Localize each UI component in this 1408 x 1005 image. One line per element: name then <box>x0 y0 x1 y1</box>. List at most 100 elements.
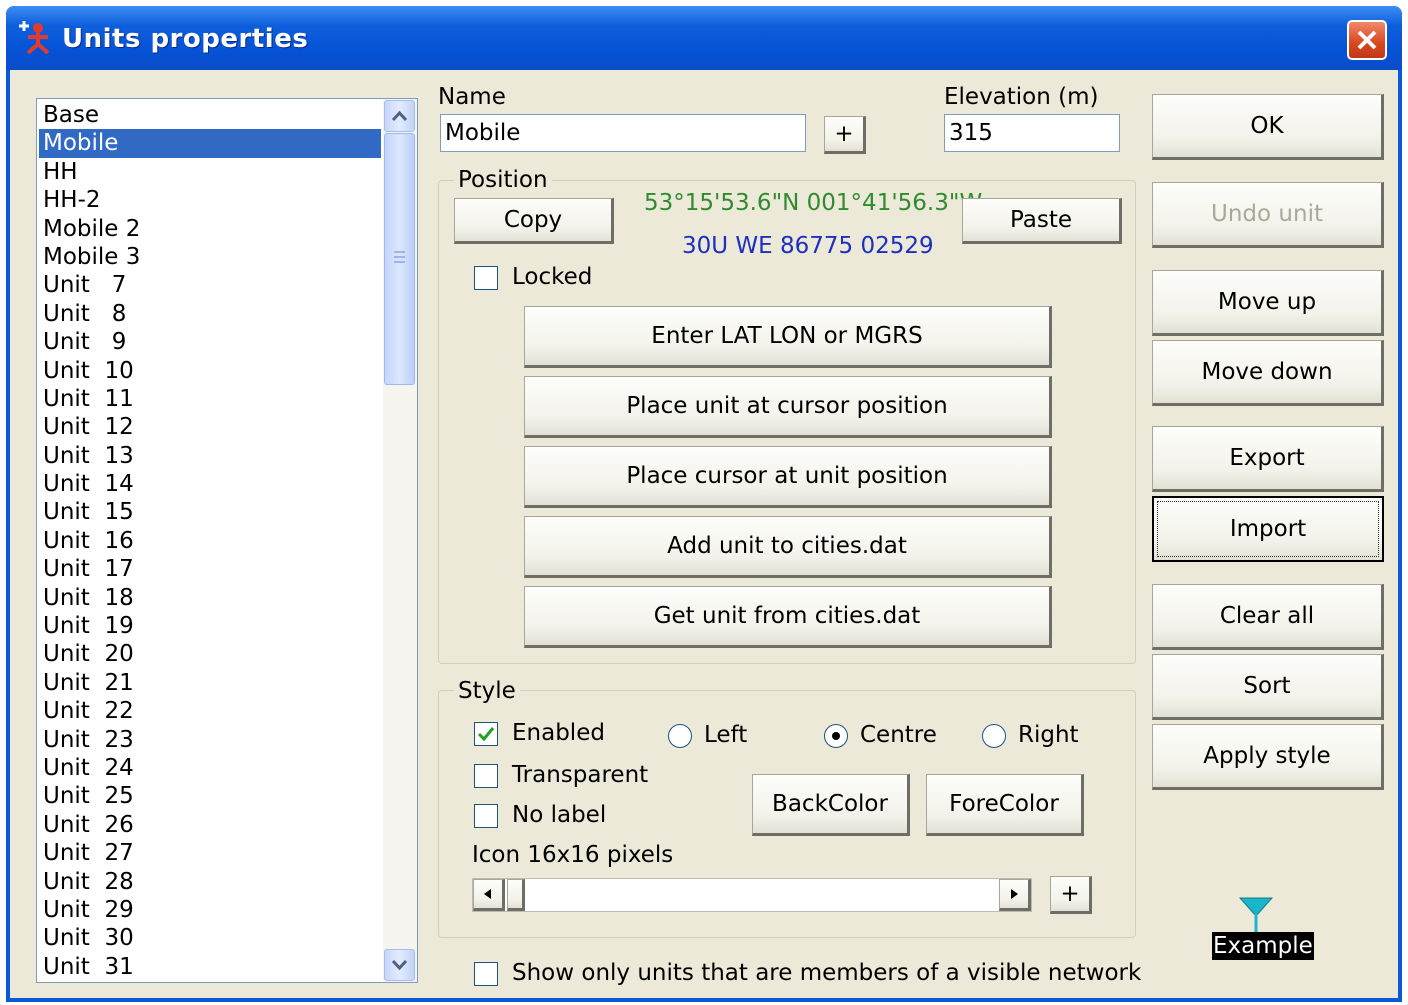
close-icon <box>1357 30 1377 50</box>
list-item[interactable]: Unit 23 <box>39 726 381 754</box>
icon-scroll-thumb[interactable] <box>507 879 525 911</box>
arrow-right-icon <box>1011 889 1018 899</box>
no-label-checkbox[interactable] <box>474 804 498 828</box>
locked-checkbox[interactable] <box>474 266 498 290</box>
list-item[interactable]: Unit 9 <box>39 328 381 356</box>
chevron-up-icon <box>391 110 408 122</box>
forecolor-button[interactable]: ForeColor <box>926 774 1084 836</box>
list-item[interactable]: Unit 13 <box>39 442 381 470</box>
window-title: Units properties <box>62 24 309 54</box>
list-item[interactable]: Unit 15 <box>39 498 381 526</box>
list-item[interactable]: Unit 22 <box>39 697 381 725</box>
list-item[interactable]: Unit 20 <box>39 640 381 668</box>
list-item[interactable]: HH <box>39 158 381 186</box>
mgrs-readout: 30U WE 86775 02529 <box>682 233 934 259</box>
align-right-label: Right <box>1018 722 1079 748</box>
example-preview-label: Example <box>1212 932 1314 960</box>
list-item[interactable]: Unit 8 <box>39 300 381 328</box>
apply-style-button[interactable]: Apply style <box>1152 724 1384 790</box>
move-up-button[interactable]: Move up <box>1152 270 1384 336</box>
list-item[interactable]: Mobile 3 <box>39 243 381 271</box>
transparent-checkbox[interactable] <box>474 764 498 788</box>
place-cursor-at-unit-button[interactable]: Place cursor at unit position <box>524 446 1052 508</box>
scroll-down-button[interactable] <box>384 949 415 981</box>
list-item[interactable]: Unit 17 <box>39 555 381 583</box>
list-item[interactable]: Unit 19 <box>39 612 381 640</box>
list-item[interactable]: Unit 26 <box>39 811 381 839</box>
list-item[interactable]: Unit 27 <box>39 839 381 867</box>
list-item[interactable]: Unit 30 <box>39 924 381 952</box>
align-centre-label: Centre <box>860 722 937 748</box>
enabled-checkbox[interactable] <box>474 722 498 746</box>
close-button[interactable] <box>1347 20 1387 60</box>
units-properties-window: Units properties Base Mobile HH HH-2 Mobile … <box>6 6 1402 1002</box>
icon-size-label: Icon 16x16 pixels <box>472 842 674 868</box>
name-label: Name <box>438 84 506 110</box>
no-label-label: No label <box>512 802 607 828</box>
show-only-checkbox[interactable] <box>474 962 498 986</box>
list-item[interactable]: Unit 7 <box>39 271 381 299</box>
name-plus-button[interactable]: + <box>824 116 866 154</box>
list-item[interactable]: Unit 12 <box>39 413 381 441</box>
list-item[interactable]: Unit 31 <box>39 953 381 981</box>
icon-scroll-left-button[interactable] <box>473 879 505 911</box>
list-item[interactable]: Unit 16 <box>39 527 381 555</box>
chevron-down-icon <box>391 959 408 971</box>
move-down-button[interactable]: Move down <box>1152 340 1384 406</box>
list-item[interactable]: Unit 25 <box>39 782 381 810</box>
units-listbox[interactable]: Base Mobile HH HH-2 Mobile 2 Mobile 3 Unit 7 Un… <box>36 98 418 983</box>
enter-latlon-button[interactable]: Enter LAT LON or MGRS <box>524 306 1052 368</box>
title-bar[interactable]: Units properties <box>6 6 1402 70</box>
undo-unit-button[interactable]: Undo unit <box>1152 182 1384 248</box>
arrow-left-icon <box>484 889 491 899</box>
clear-all-button[interactable]: Clear all <box>1152 584 1384 650</box>
enabled-label: Enabled <box>512 720 605 746</box>
list-scrollbar[interactable] <box>383 99 417 982</box>
paste-button[interactable]: Paste <box>962 198 1122 244</box>
list-item[interactable]: Base <box>39 101 381 129</box>
scroll-thumb[interactable] <box>384 133 415 385</box>
export-button[interactable]: Export <box>1152 426 1384 492</box>
align-left-label: Left <box>704 722 748 748</box>
show-only-label: Show only units that are members of a vi… <box>512 960 1142 986</box>
list-item[interactable]: Unit 28 <box>39 868 381 896</box>
locked-label: Locked <box>512 264 593 290</box>
position-group-title: Position <box>454 167 552 193</box>
antenna-icon <box>1238 897 1274 932</box>
copy-button[interactable]: Copy <box>454 198 614 244</box>
get-unit-from-cities-button[interactable]: Get unit from cities.dat <box>524 586 1052 648</box>
app-icon <box>19 21 50 54</box>
list-item[interactable]: Unit 24 <box>39 754 381 782</box>
list-item[interactable]: Unit 10 <box>39 357 381 385</box>
style-group-title: Style <box>454 678 520 704</box>
backcolor-button[interactable]: BackColor <box>752 774 910 836</box>
align-right-radio[interactable] <box>982 724 1006 748</box>
list-item[interactable]: Unit 21 <box>39 669 381 697</box>
grip-icon <box>394 251 405 263</box>
align-centre-radio[interactable] <box>824 724 848 748</box>
icon-scrollbar[interactable] <box>472 878 1032 912</box>
elevation-input[interactable] <box>944 114 1120 152</box>
list-item[interactable]: Unit 18 <box>39 584 381 612</box>
scroll-up-button[interactable] <box>384 100 415 132</box>
icon-plus-button[interactable]: + <box>1050 876 1092 914</box>
ok-button[interactable]: OK <box>1152 94 1384 160</box>
list-item[interactable]: Unit 11 <box>39 385 381 413</box>
list-item[interactable]: Unit 14 <box>39 470 381 498</box>
align-left-radio[interactable] <box>668 724 692 748</box>
list-item[interactable]: HH-2 <box>39 186 381 214</box>
latlon-readout: 53°15'53.6"N 001°41'56.3"W <box>644 190 983 216</box>
add-unit-to-cities-button[interactable]: Add unit to cities.dat <box>524 516 1052 578</box>
icon-scroll-right-button[interactable] <box>999 879 1031 911</box>
import-button[interactable]: Import <box>1152 496 1384 562</box>
list-item[interactable]: Unit 29 <box>39 896 381 924</box>
units-list-items: Base Mobile HH HH-2 Mobile 2 Mobile 3 Unit 7 Un… <box>39 101 381 981</box>
sort-button[interactable]: Sort <box>1152 654 1384 720</box>
elevation-label: Elevation (m) <box>944 84 1099 110</box>
checkmark-icon <box>477 727 495 742</box>
place-unit-at-cursor-button[interactable]: Place unit at cursor position <box>524 376 1052 438</box>
transparent-label: Transparent <box>512 762 649 788</box>
list-item[interactable]: Mobile <box>39 129 381 158</box>
name-input[interactable] <box>440 114 806 152</box>
list-item[interactable]: Mobile 2 <box>39 215 381 243</box>
